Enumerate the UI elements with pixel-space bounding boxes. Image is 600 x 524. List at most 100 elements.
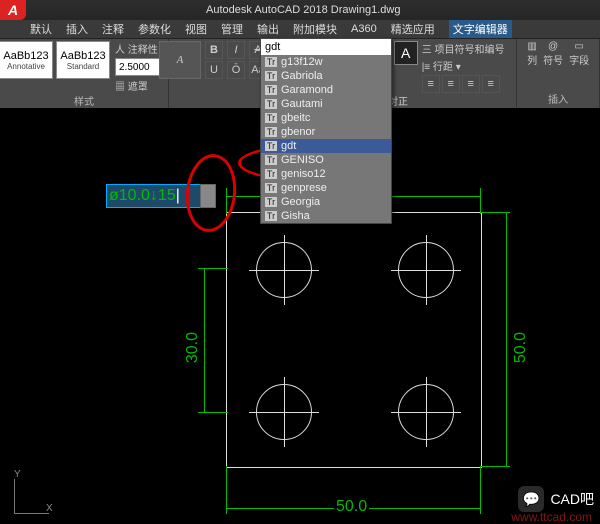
- font-item-label: gbeitc: [281, 112, 310, 124]
- mask-button[interactable]: ▦ 遮罩: [115, 78, 169, 93]
- column-button[interactable]: ▥ 列: [527, 41, 537, 67]
- font-item[interactable]: Trgdt: [261, 139, 391, 153]
- circle-tr: [398, 242, 454, 298]
- panel-style: AaBb123 Annotative AaBb123 Standard 人 注释…: [0, 39, 169, 109]
- ucs-icon: [14, 479, 49, 514]
- app-icon[interactable]: A: [0, 0, 26, 20]
- style-standard[interactable]: AaBb123 Standard: [56, 41, 110, 79]
- tab-output[interactable]: 输出: [257, 21, 279, 37]
- field-button[interactable]: ▭ 字段: [569, 41, 589, 67]
- symbol-button[interactable]: @ 符号: [543, 41, 563, 67]
- ucs-y-label: Y: [14, 469, 21, 480]
- tab-insert[interactable]: 插入: [66, 21, 88, 37]
- panel-insert-label: 插入: [548, 91, 568, 107]
- font-item-label: Georgia: [281, 196, 320, 208]
- dim-left-line: [204, 268, 205, 412]
- truetype-icon: Tr: [265, 183, 277, 193]
- align-center-icon[interactable]: ≡: [442, 75, 460, 93]
- ext-line: [226, 466, 227, 514]
- font-item[interactable]: Tr Gabriola: [261, 69, 391, 83]
- italic-button[interactable]: I: [227, 41, 245, 59]
- font-item[interactable]: Tr gbeitc: [261, 111, 391, 125]
- font-search-input[interactable]: [261, 39, 391, 55]
- font-item-label: GENISO: [281, 154, 324, 166]
- tab-addins[interactable]: 附加模块: [293, 21, 337, 37]
- panel-style-label: 样式: [74, 93, 94, 109]
- overline-button[interactable]: Ō: [227, 61, 245, 79]
- font-item-label: gdt: [281, 140, 296, 152]
- column-icon: ▥: [527, 41, 536, 52]
- font-item-label: genprese: [281, 182, 327, 194]
- truetype-icon: Tr: [265, 211, 277, 221]
- truetype-icon: Tr: [265, 197, 277, 207]
- match-button[interactable]: A: [159, 41, 201, 79]
- truetype-icon: Tr: [265, 141, 277, 151]
- bullets-button[interactable]: 三 项目符号和编号: [422, 41, 505, 56]
- dim-50-right: 50.0: [510, 332, 532, 363]
- linespace-button[interactable]: |≡ 行距 ▾: [422, 58, 505, 73]
- tab-a360[interactable]: A360: [351, 23, 377, 35]
- style-annotative[interactable]: AaBb123 Annotative: [0, 41, 53, 79]
- ext-line: [198, 412, 228, 413]
- editor-content: ø10.0↓15: [109, 187, 176, 205]
- ext-line: [480, 188, 481, 214]
- tab-default[interactable]: 默认: [30, 21, 52, 37]
- truetype-icon: Tr: [265, 57, 277, 67]
- font-dropdown[interactable]: Trg13f12wTrGabriolaTrGaramondTrGautamiTr…: [260, 38, 392, 224]
- font-item[interactable]: Tr geniso12: [261, 167, 391, 181]
- circle-tl: [256, 242, 312, 298]
- align-just-icon[interactable]: ≡: [482, 75, 500, 93]
- truetype-icon: Tr: [265, 155, 277, 165]
- dim-30-left: 30.0: [182, 332, 204, 363]
- circle-bl: [256, 384, 312, 440]
- font-item[interactable]: Tr Gisha: [261, 209, 391, 223]
- tab-view[interactable]: 视图: [185, 21, 207, 37]
- truetype-icon: Tr: [265, 127, 277, 137]
- truetype-icon: Tr: [265, 85, 277, 95]
- dim-50-bottom: 50.0: [334, 498, 369, 516]
- font-item-label: gbenor: [281, 126, 315, 138]
- tab-manage[interactable]: 管理: [221, 21, 243, 37]
- font-item-label: Gabriola: [281, 70, 323, 82]
- font-item[interactable]: Tr Gautami: [261, 97, 391, 111]
- wechat-watermark: 💬 CAD吧: [518, 486, 594, 512]
- circle-br: [398, 384, 454, 440]
- window-title: Autodesk AutoCAD 2018 Drawing1.dwg: [206, 4, 400, 16]
- font-item-label: Gisha: [281, 210, 310, 222]
- truetype-icon: Tr: [265, 71, 277, 81]
- truetype-icon: Tr: [265, 99, 277, 109]
- panel-paragraph: A 三 项目符号和编号 |≡ 行距 ▾ ≡ ≡ ≡ ≡ 对正 段落 ▾: [382, 39, 517, 109]
- font-item-label: Gautami: [281, 98, 323, 110]
- tab-text-editor[interactable]: 文字编辑器: [449, 20, 512, 38]
- font-item[interactable]: Tr genprese: [261, 181, 391, 195]
- font-item-label: Garamond: [281, 84, 333, 96]
- underline-button[interactable]: U: [205, 61, 223, 79]
- ext-line: [480, 466, 481, 514]
- justify-button[interactable]: A: [394, 41, 418, 65]
- align-left-icon[interactable]: ≡: [422, 75, 440, 93]
- dim-right-line: [506, 212, 507, 466]
- wechat-label: CAD吧: [550, 489, 594, 509]
- align-right-icon[interactable]: ≡: [462, 75, 480, 93]
- tab-parametric[interactable]: 参数化: [138, 21, 171, 37]
- truetype-icon: Tr: [265, 113, 277, 123]
- truetype-icon: Tr: [265, 169, 277, 179]
- tab-featured[interactable]: 精选应用: [391, 21, 435, 37]
- ext-line: [198, 268, 228, 269]
- font-item[interactable]: Tr Georgia: [261, 195, 391, 209]
- font-item[interactable]: Tr gbenor: [261, 125, 391, 139]
- url-watermark: www.ttcad.com: [511, 510, 592, 524]
- bold-button[interactable]: B: [205, 41, 223, 59]
- symbol-icon: @: [548, 41, 558, 52]
- titlebar: A Autodesk AutoCAD 2018 Drawing1.dwg: [0, 0, 600, 20]
- font-item[interactable]: Tr GENISO: [261, 153, 391, 167]
- font-item-label: g13f12w: [281, 56, 323, 68]
- panel-insert: ▥ 列 @ 符号 ▭ 字段 插入: [517, 39, 600, 109]
- ribbon-tabs: 默认 插入 注释 参数化 视图 管理 输出 附加模块 A360 精选应用 文字编…: [0, 20, 600, 39]
- font-item-label: geniso12: [281, 168, 326, 180]
- tab-annotate[interactable]: 注释: [102, 21, 124, 37]
- font-item[interactable]: Tr g13f12w: [261, 55, 391, 69]
- font-item[interactable]: Tr Garamond: [261, 83, 391, 97]
- ucs-x-label: X: [46, 503, 53, 514]
- ext-line: [480, 466, 510, 467]
